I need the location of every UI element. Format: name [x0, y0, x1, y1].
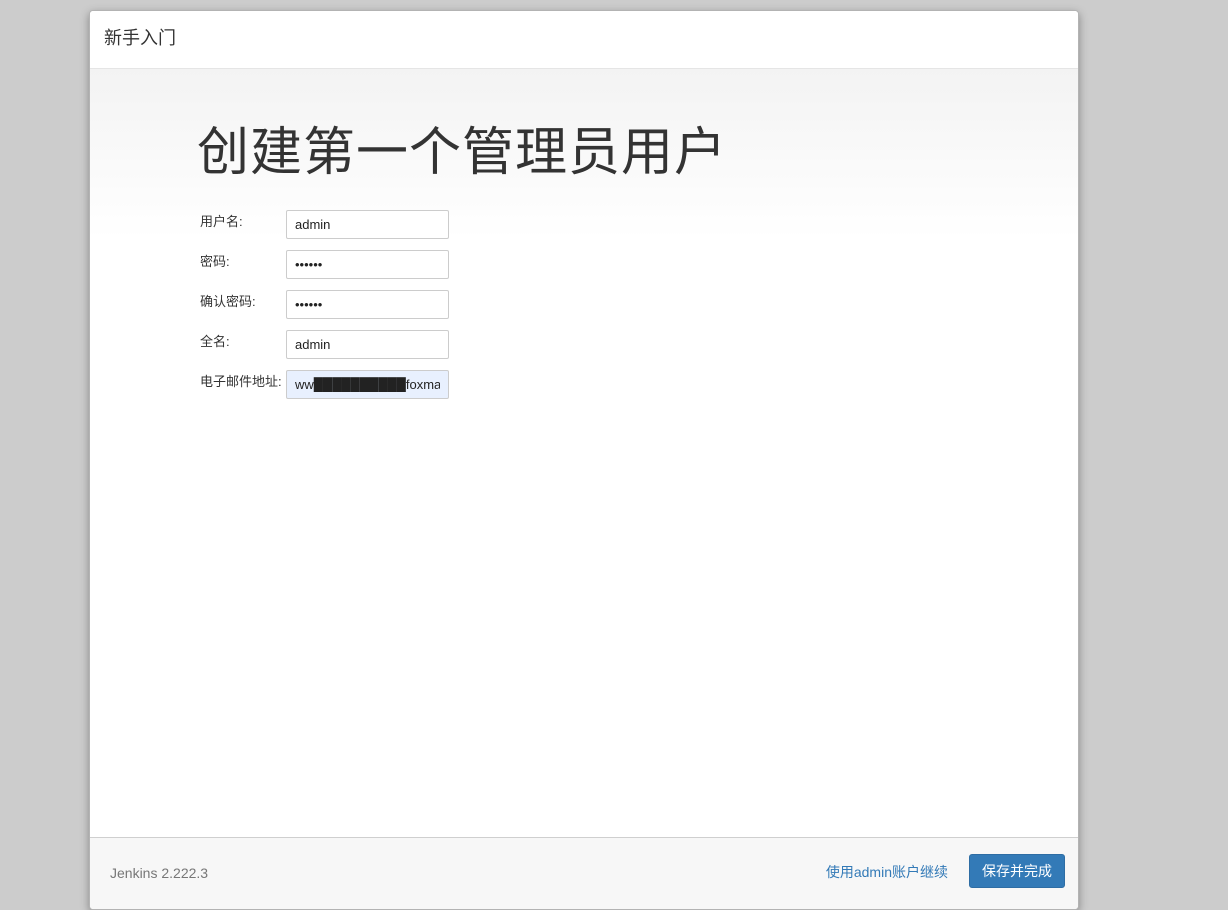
dialog-title: 新手入门 — [104, 28, 176, 48]
confirm-password-row: 确认密码: — [200, 290, 449, 330]
password-input[interactable] — [286, 250, 449, 279]
confirm-password-label: 确认密码: — [200, 294, 256, 309]
fullname-row: 全名: — [200, 330, 449, 370]
fullname-input[interactable] — [286, 330, 449, 359]
email-row: 电子邮件地址: — [200, 370, 449, 410]
username-row: 用户名: — [200, 210, 449, 250]
email-input[interactable] — [286, 370, 449, 399]
page-title: 创建第一个管理员用户 — [197, 124, 728, 182]
dialog-header: 新手入门 — [90, 11, 1078, 69]
dialog-footer: Jenkins 2.222.3 使用admin账户继续 保存并完成 — [90, 837, 1078, 909]
save-and-finish-button[interactable]: 保存并完成 — [969, 854, 1065, 888]
password-row: 密码: — [200, 250, 449, 290]
confirm-password-input[interactable] — [286, 290, 449, 319]
setup-wizard-dialog: 新手入门 创建第一个管理员用户 用户名: 密码: 确认密码: 全名: 电子邮件地… — [89, 10, 1079, 910]
jenkins-version: Jenkins 2.222.3 — [110, 865, 209, 881]
dialog-body: 创建第一个管理员用户 用户名: 密码: 确认密码: 全名: 电子邮件地址: — [90, 69, 1078, 837]
email-label: 电子邮件地址: — [200, 374, 282, 389]
fullname-label: 全名: — [200, 334, 230, 349]
continue-as-admin-link[interactable]: 使用admin账户继续 — [826, 862, 948, 882]
create-admin-form: 用户名: 密码: 确认密码: 全名: 电子邮件地址: — [200, 210, 449, 410]
username-input[interactable] — [286, 210, 449, 239]
username-label: 用户名: — [200, 214, 243, 229]
password-label: 密码: — [200, 254, 230, 269]
